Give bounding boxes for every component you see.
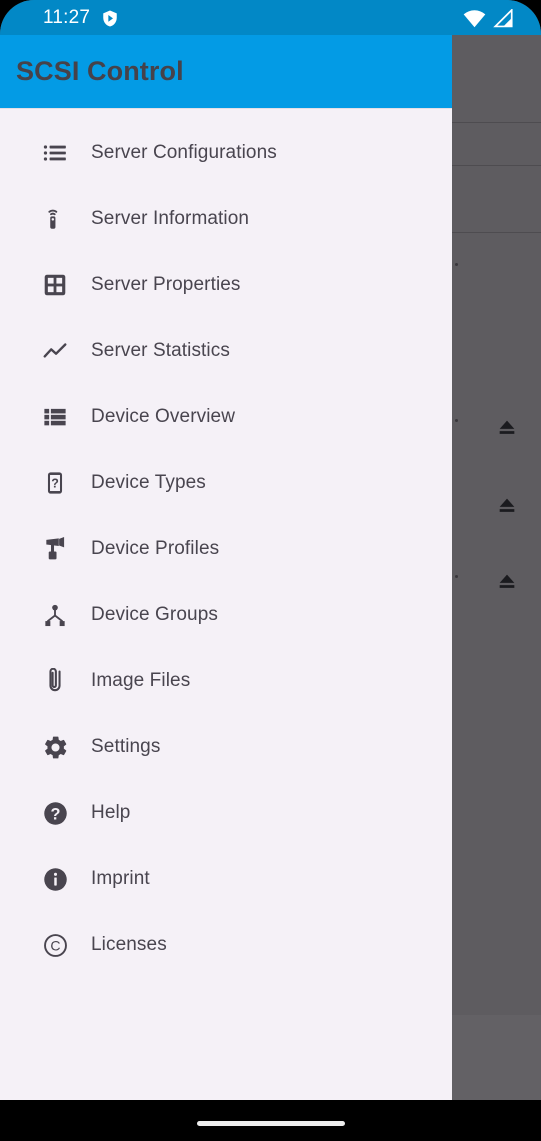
navigation-drawer: SCSI Control Server Configurations Serve… (0, 35, 452, 1100)
device-profile-icon (40, 534, 70, 564)
menu-item-server-properties[interactable]: Server Properties (0, 252, 452, 318)
app-title: SCSI Control (16, 56, 184, 86)
status-clock: 11:27 (43, 7, 91, 28)
bg-bullet (455, 263, 458, 266)
menu-item-server-information[interactable]: Server Information (0, 186, 452, 252)
menu-item-settings[interactable]: Settings (0, 714, 452, 780)
trending-up-icon (40, 336, 70, 366)
cellular-signal-icon (493, 7, 514, 33)
menu-item-licenses[interactable]: C Licenses (0, 912, 452, 978)
info-circle-icon (40, 864, 70, 894)
phone-frame: SCSI Control Server Configurations Serve… (0, 0, 541, 1141)
svg-text:?: ? (51, 476, 59, 490)
grid-table-icon (40, 270, 70, 300)
menu-item-label: Server Information (91, 208, 250, 229)
menu-item-help[interactable]: ? Help (0, 780, 452, 846)
remote-device-icon (40, 204, 70, 234)
menu-item-label: Device Groups (91, 604, 218, 625)
menu-item-server-statistics[interactable]: Server Statistics (0, 318, 452, 384)
status-icons (463, 7, 514, 33)
device-question-icon: ? (40, 468, 70, 498)
menu-item-label: Server Properties (91, 274, 241, 295)
menu-item-label: Server Statistics (91, 340, 230, 361)
menu-item-device-types[interactable]: ? Device Types (0, 450, 452, 516)
menu-item-device-overview[interactable]: Device Overview (0, 384, 452, 450)
menu-item-label: Licenses (91, 934, 167, 955)
menu-item-label: Device Types (91, 472, 206, 493)
menu-item-image-files[interactable]: Image Files (0, 648, 452, 714)
eject-icon[interactable] (493, 416, 521, 438)
menu-item-label: Server Configurations (91, 142, 277, 163)
gear-icon (40, 732, 70, 762)
menu-item-imprint[interactable]: Imprint (0, 846, 452, 912)
paperclip-icon (40, 666, 70, 696)
menu-item-device-profiles[interactable]: Device Profiles (0, 516, 452, 582)
help-circle-icon: ? (40, 798, 70, 828)
menu-item-label: Image Files (91, 670, 191, 691)
menu-item-server-configurations[interactable]: Server Configurations (0, 120, 452, 186)
eject-icon[interactable] (493, 570, 521, 592)
svg-text:?: ? (50, 805, 60, 823)
menu-item-label: Device Profiles (91, 538, 220, 559)
menu-item-label: Imprint (91, 868, 150, 889)
system-navigation-bar (0, 1100, 541, 1141)
status-bar: 11:27 (0, 0, 541, 35)
phone-screen: SCSI Control Server Configurations Serve… (0, 0, 541, 1100)
bg-bullet (455, 419, 458, 422)
sitemap-icon (40, 600, 70, 630)
svg-text:C: C (50, 937, 60, 953)
copyright-icon: C (40, 930, 70, 960)
bg-bullet (455, 575, 458, 578)
menu-item-label: Help (91, 802, 131, 823)
drawer-menu-list: Server Configurations Server Information (0, 109, 452, 1100)
list-bulleted-icon (40, 138, 70, 168)
drawer-header: SCSI Control (0, 35, 452, 108)
eject-icon[interactable] (493, 494, 521, 516)
wifi-icon (463, 9, 486, 33)
vpn-shield-icon (101, 9, 119, 28)
home-gesture-pill[interactable] (196, 1121, 345, 1126)
menu-item-label: Device Overview (91, 406, 236, 427)
menu-item-device-groups[interactable]: Device Groups (0, 582, 452, 648)
menu-item-label: Settings (91, 736, 161, 757)
view-list-icon (40, 402, 70, 432)
